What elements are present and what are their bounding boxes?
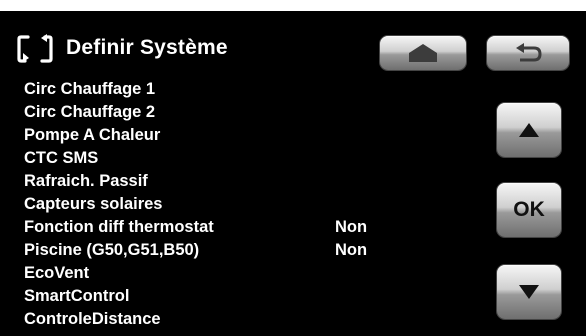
menu-item-value: Non <box>335 218 368 236</box>
menu-item-label: SmartControl <box>24 287 130 305</box>
up-triangle-icon <box>519 123 539 137</box>
refresh-brackets-icon <box>17 34 53 63</box>
down-triangle-icon <box>519 285 539 299</box>
menu-item[interactable]: EcoVent <box>24 262 494 285</box>
top-bar <box>0 0 586 11</box>
scroll-up-button[interactable] <box>497 103 561 157</box>
back-arrow-icon <box>516 43 542 62</box>
ok-button[interactable]: OK <box>497 183 561 237</box>
menu-item[interactable]: Pompe A Chaleur <box>24 124 494 147</box>
ok-label: OK <box>513 198 545 221</box>
menu-item[interactable]: Piscine (G50,G51,B50) Non <box>24 239 494 262</box>
scroll-down-button[interactable] <box>497 265 561 319</box>
menu-item-label: Rafraich. Passif <box>24 172 148 190</box>
back-button[interactable] <box>487 36 569 70</box>
menu-item[interactable]: CTC SMS <box>24 147 494 170</box>
menu-item[interactable]: SmartControl <box>24 285 494 308</box>
menu-item-label: Pompe A Chaleur <box>24 126 161 144</box>
menu-item[interactable]: Rafraich. Passif <box>24 170 494 193</box>
menu-item-label: Piscine (G50,G51,B50) <box>24 241 200 259</box>
menu-item-label: EcoVent <box>24 264 90 282</box>
menu-item-label: Circ Chauffage 1 <box>24 80 156 98</box>
menu-item[interactable]: Fonction diff thermostat Non <box>24 216 494 239</box>
home-button[interactable] <box>380 36 466 70</box>
settings-menu: Circ Chauffage 1 Circ Chauffage 2 Pompe … <box>24 78 494 331</box>
home-icon <box>409 44 437 62</box>
menu-item[interactable]: ControleDistance <box>24 308 494 331</box>
menu-item[interactable]: Circ Chauffage 2 <box>24 101 494 124</box>
page-title: Definir Système <box>66 36 228 59</box>
menu-item-label: Capteurs solaires <box>24 195 163 213</box>
menu-item-value: Non <box>335 241 368 259</box>
menu-item-label: Circ Chauffage 2 <box>24 103 156 121</box>
menu-item[interactable]: Capteurs solaires <box>24 193 494 216</box>
menu-item-label: CTC SMS <box>24 149 99 167</box>
menu-item-label: ControleDistance <box>24 310 161 328</box>
menu-item[interactable]: Circ Chauffage 1 <box>24 78 494 101</box>
menu-item-label: Fonction diff thermostat <box>24 218 214 236</box>
